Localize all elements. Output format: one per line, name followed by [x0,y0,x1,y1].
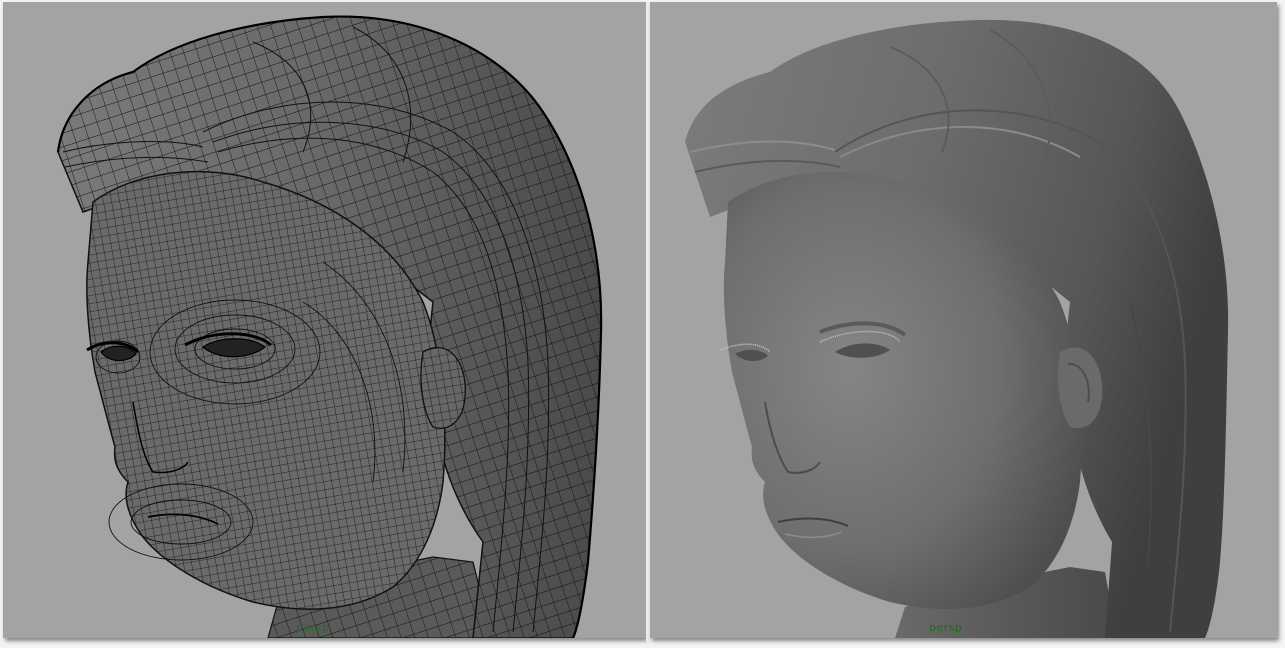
camera-label: persp [296,621,330,634]
dual-viewport-layout: persp persp [0,0,1285,648]
viewport-persp-wireframe[interactable]: persp [3,2,646,638]
camera-label: persp [929,621,963,634]
shaded-head-model [685,19,1229,638]
wireframe-head-model [56,15,603,638]
viewport-persp-shaded[interactable]: persp [650,2,1277,638]
